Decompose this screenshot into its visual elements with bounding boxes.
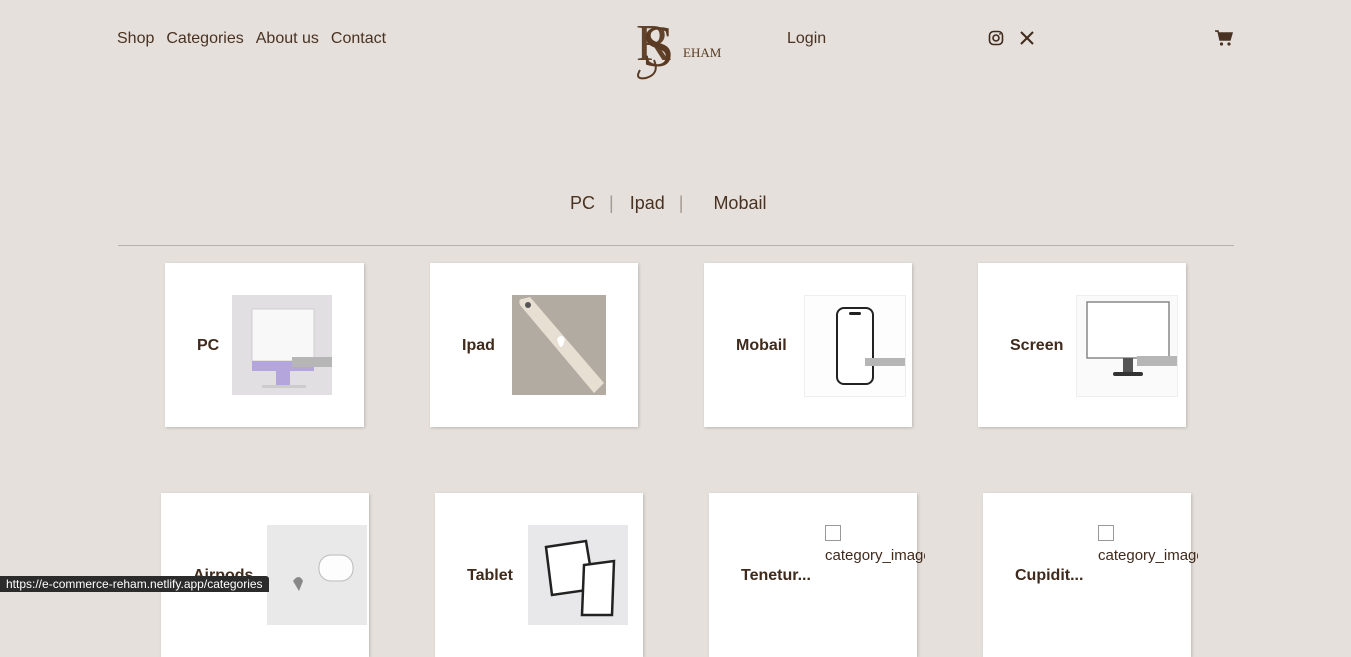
broken-image-icon bbox=[825, 525, 841, 541]
category-image-screen bbox=[1076, 295, 1178, 397]
category-image-pc bbox=[232, 295, 332, 395]
tab-separator: | bbox=[609, 193, 614, 213]
category-card-cupidit[interactable]: Cupidit... category_image bbox=[983, 493, 1198, 657]
category-card-tenetur[interactable]: Tenetur... category_image bbox=[709, 493, 925, 657]
category-image-tablet bbox=[528, 525, 628, 625]
image-alt-text: category_image bbox=[825, 547, 925, 564]
category-card-mobail[interactable]: Mobail bbox=[704, 263, 912, 427]
category-filter-tabs: PC | Ipad | Mobail bbox=[570, 193, 766, 214]
category-card-pc[interactable]: PC bbox=[165, 263, 364, 427]
link-status-bar: https://e-commerce-reham.netlify.app/cat… bbox=[0, 576, 269, 592]
category-card-screen[interactable]: Screen bbox=[978, 263, 1186, 427]
broken-image: category_image bbox=[1098, 525, 1198, 564]
category-card-airpods[interactable]: Airpods bbox=[161, 493, 369, 657]
tab-pc[interactable]: PC bbox=[570, 193, 595, 214]
broken-image: category_image bbox=[825, 525, 925, 564]
x-twitter-icon[interactable] bbox=[1019, 30, 1035, 51]
category-name: Mobail bbox=[736, 337, 787, 354]
category-image-ipad bbox=[512, 295, 606, 395]
tab-separator: | bbox=[678, 193, 684, 213]
category-card-tablet[interactable]: Tablet bbox=[435, 493, 643, 657]
nav-link-shop[interactable]: Shop bbox=[117, 30, 154, 48]
image-alt-text: category_image bbox=[1098, 547, 1198, 564]
login-link[interactable]: Login bbox=[787, 30, 826, 48]
social-links bbox=[988, 30, 1035, 51]
category-name: Ipad bbox=[462, 337, 495, 354]
category-name: Tablet bbox=[467, 567, 513, 584]
category-image-mobail bbox=[804, 295, 906, 397]
nav-link-categories[interactable]: Categories bbox=[166, 30, 243, 48]
category-name: PC bbox=[197, 337, 220, 354]
cart-icon[interactable] bbox=[1214, 29, 1234, 52]
tab-mobail[interactable]: Mobail bbox=[713, 193, 766, 214]
tab-ipad[interactable]: Ipad bbox=[630, 193, 665, 214]
category-image-airpods bbox=[267, 525, 367, 625]
category-name: Tenetur... bbox=[741, 567, 811, 584]
nav-link-contact[interactable]: Contact bbox=[331, 30, 386, 48]
broken-image-icon bbox=[1098, 525, 1114, 541]
category-card-ipad[interactable]: Ipad bbox=[430, 263, 638, 427]
instagram-icon[interactable] bbox=[988, 30, 1004, 51]
svg-text:R: R bbox=[636, 15, 671, 72]
category-name: Cupidit... bbox=[1015, 567, 1084, 584]
nav-link-about[interactable]: About us bbox=[256, 30, 319, 48]
brand-logo[interactable]: S R EHAM bbox=[630, 10, 722, 82]
main-nav: Shop Categories About us Contact bbox=[117, 30, 386, 48]
category-name: Screen bbox=[1010, 337, 1064, 354]
logo-text: EHAM bbox=[683, 45, 722, 60]
section-divider bbox=[118, 245, 1234, 246]
